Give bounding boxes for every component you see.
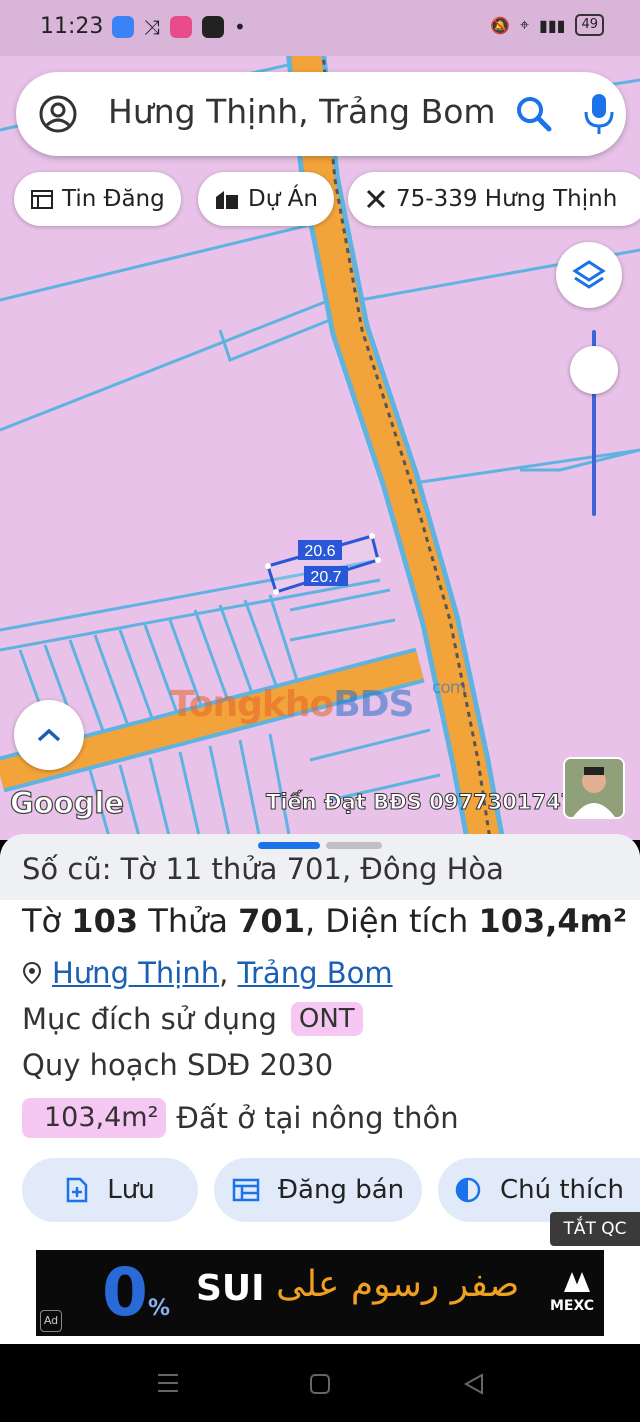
- parcel-length-label-bottom: 20.7: [310, 569, 341, 586]
- sheet-drag-handle[interactable]: [258, 842, 382, 849]
- planning-area-description: Đất ở tại nông thôn: [176, 1101, 459, 1135]
- status-indicators: 🔕 ⌖ ▮▮▮ 49: [490, 14, 604, 36]
- back-icon[interactable]: [462, 1372, 486, 1396]
- chip-projects[interactable]: Dự Án: [198, 172, 334, 226]
- layers-button[interactable]: [556, 242, 622, 308]
- agent-watermark: Tiến Đạt BĐS 0977301747: [265, 790, 576, 815]
- app-notification-icon: [170, 16, 192, 38]
- area-value: 103,4m²: [478, 902, 628, 940]
- notification-icons: ⤨ •: [112, 16, 246, 38]
- ad-badge: Ad: [40, 1310, 62, 1332]
- close-ad-button[interactable]: TẮT QC: [550, 1212, 640, 1246]
- battery-icon: 49: [575, 14, 604, 36]
- parcel-length-label-top: 20.6: [304, 543, 335, 560]
- location-icon: ⌖: [520, 15, 530, 34]
- search-icon[interactable]: [514, 94, 554, 134]
- app-notification-icon: [112, 16, 134, 38]
- calendar-icon: [31, 190, 53, 209]
- planning-area-row: 103,4m² Đất ở tại nông thôn: [22, 1098, 459, 1138]
- sheet-label: Tờ: [22, 902, 62, 940]
- system-nav-bar: [0, 1344, 640, 1422]
- location-line: Hưng Thịnh, Trảng Bom: [22, 956, 393, 990]
- chevron-up-icon: [37, 728, 61, 742]
- account-icon[interactable]: [38, 94, 78, 134]
- app-notification-icon: [202, 16, 224, 38]
- ad-arabic-text: صفر رسوم على: [276, 1264, 520, 1305]
- save-button[interactable]: Lưu: [22, 1158, 198, 1222]
- recent-apps-icon[interactable]: [156, 1372, 180, 1394]
- mute-icon: 🔕: [490, 15, 511, 35]
- location-separator: ,: [219, 956, 229, 990]
- search-bar[interactable]: Hưng Thịnh, Trảng Bom: [16, 72, 626, 156]
- tools-icon: [366, 189, 386, 209]
- add-doc-icon: [67, 1177, 88, 1203]
- handle-active: [258, 842, 320, 849]
- post-for-sale-button[interactable]: Đăng bán: [214, 1158, 422, 1222]
- expand-sheet-button[interactable]: [14, 700, 84, 770]
- ad-banner[interactable]: Ad 0% SUI صفر رسوم على MEXC: [36, 1250, 604, 1336]
- status-time: 11:23: [40, 14, 104, 39]
- search-input[interactable]: Hưng Thịnh, Trảng Bom: [108, 92, 496, 131]
- layers-icon: [572, 260, 606, 289]
- old-parcel-info: Số cũ: Tờ 11 thửa 701, Đông Hòa: [22, 852, 504, 886]
- chip-road[interactable]: 75-339 Hưng Thịnh: [348, 172, 640, 226]
- area-label: Diện tích: [325, 902, 469, 940]
- district-link[interactable]: Trảng Bom: [238, 956, 393, 990]
- chip-listings-label: Tin Đăng: [62, 186, 165, 212]
- site-logo-suffix: com: [432, 678, 466, 698]
- sheet-number: 103: [71, 902, 139, 940]
- land-use-purpose: Mục đích sử dụng ONT: [22, 1002, 363, 1036]
- more-notifications-icon: •: [234, 15, 246, 39]
- person-photo-icon: [565, 759, 623, 817]
- legend-label: Chú thích: [499, 1175, 625, 1205]
- post-for-sale-label: Đăng bán: [277, 1175, 405, 1205]
- parcel-summary: Tờ 103 Thửa 701, Diện tích 103,4m²: [22, 902, 628, 940]
- ad-brand-text: MEXC: [550, 1298, 595, 1314]
- zoom-slider-handle[interactable]: [570, 346, 618, 394]
- location-pin-icon: [22, 961, 42, 985]
- planning-area-badge: 103,4m²: [22, 1098, 167, 1138]
- lot-label: Thửa: [148, 902, 228, 940]
- planning-label: Quy hoạch SDĐ 2030: [22, 1048, 334, 1082]
- contrast-icon: [455, 1177, 481, 1203]
- save-button-label: Lưu: [107, 1175, 155, 1205]
- ad-percent-sign: %: [147, 1296, 170, 1321]
- ad-zero-text: 0%: [102, 1254, 170, 1331]
- lot-number: 701: [238, 902, 305, 940]
- chip-road-label: 75-339 Hưng Thịnh: [396, 186, 618, 212]
- calendar-icon: [232, 1178, 260, 1202]
- agent-avatar[interactable]: [563, 757, 625, 819]
- ad-zero-digit: 0: [102, 1254, 148, 1331]
- status-bar: 11:23 ⤨ • 🔕 ⌖ ▮▮▮ 49: [0, 0, 640, 56]
- signal-4g-icon: ▮▮▮: [539, 15, 566, 35]
- ad-sui-text: SUI: [196, 1268, 265, 1309]
- mexc-logo-icon: [564, 1272, 590, 1292]
- building-icon: [216, 191, 238, 209]
- purpose-label: Mục đích sử dụng: [22, 1002, 277, 1036]
- land-use-code-badge: ONT: [290, 1002, 363, 1036]
- home-icon[interactable]: [308, 1372, 332, 1396]
- chip-listings[interactable]: Tin Đăng: [14, 172, 181, 226]
- site-logo-part2: BDS: [333, 684, 414, 725]
- handle-inactive: [326, 842, 382, 849]
- chip-projects-label: Dự Án: [248, 186, 318, 212]
- shuffle-notification-icon: ⤨: [144, 15, 160, 39]
- site-watermark-logo: TongkhoBDS com: [170, 678, 466, 725]
- google-logo: Google: [9, 785, 125, 820]
- mic-icon[interactable]: [582, 92, 616, 136]
- site-logo-part1: Tongkho: [170, 684, 334, 725]
- ward-link[interactable]: Hưng Thịnh: [52, 956, 219, 990]
